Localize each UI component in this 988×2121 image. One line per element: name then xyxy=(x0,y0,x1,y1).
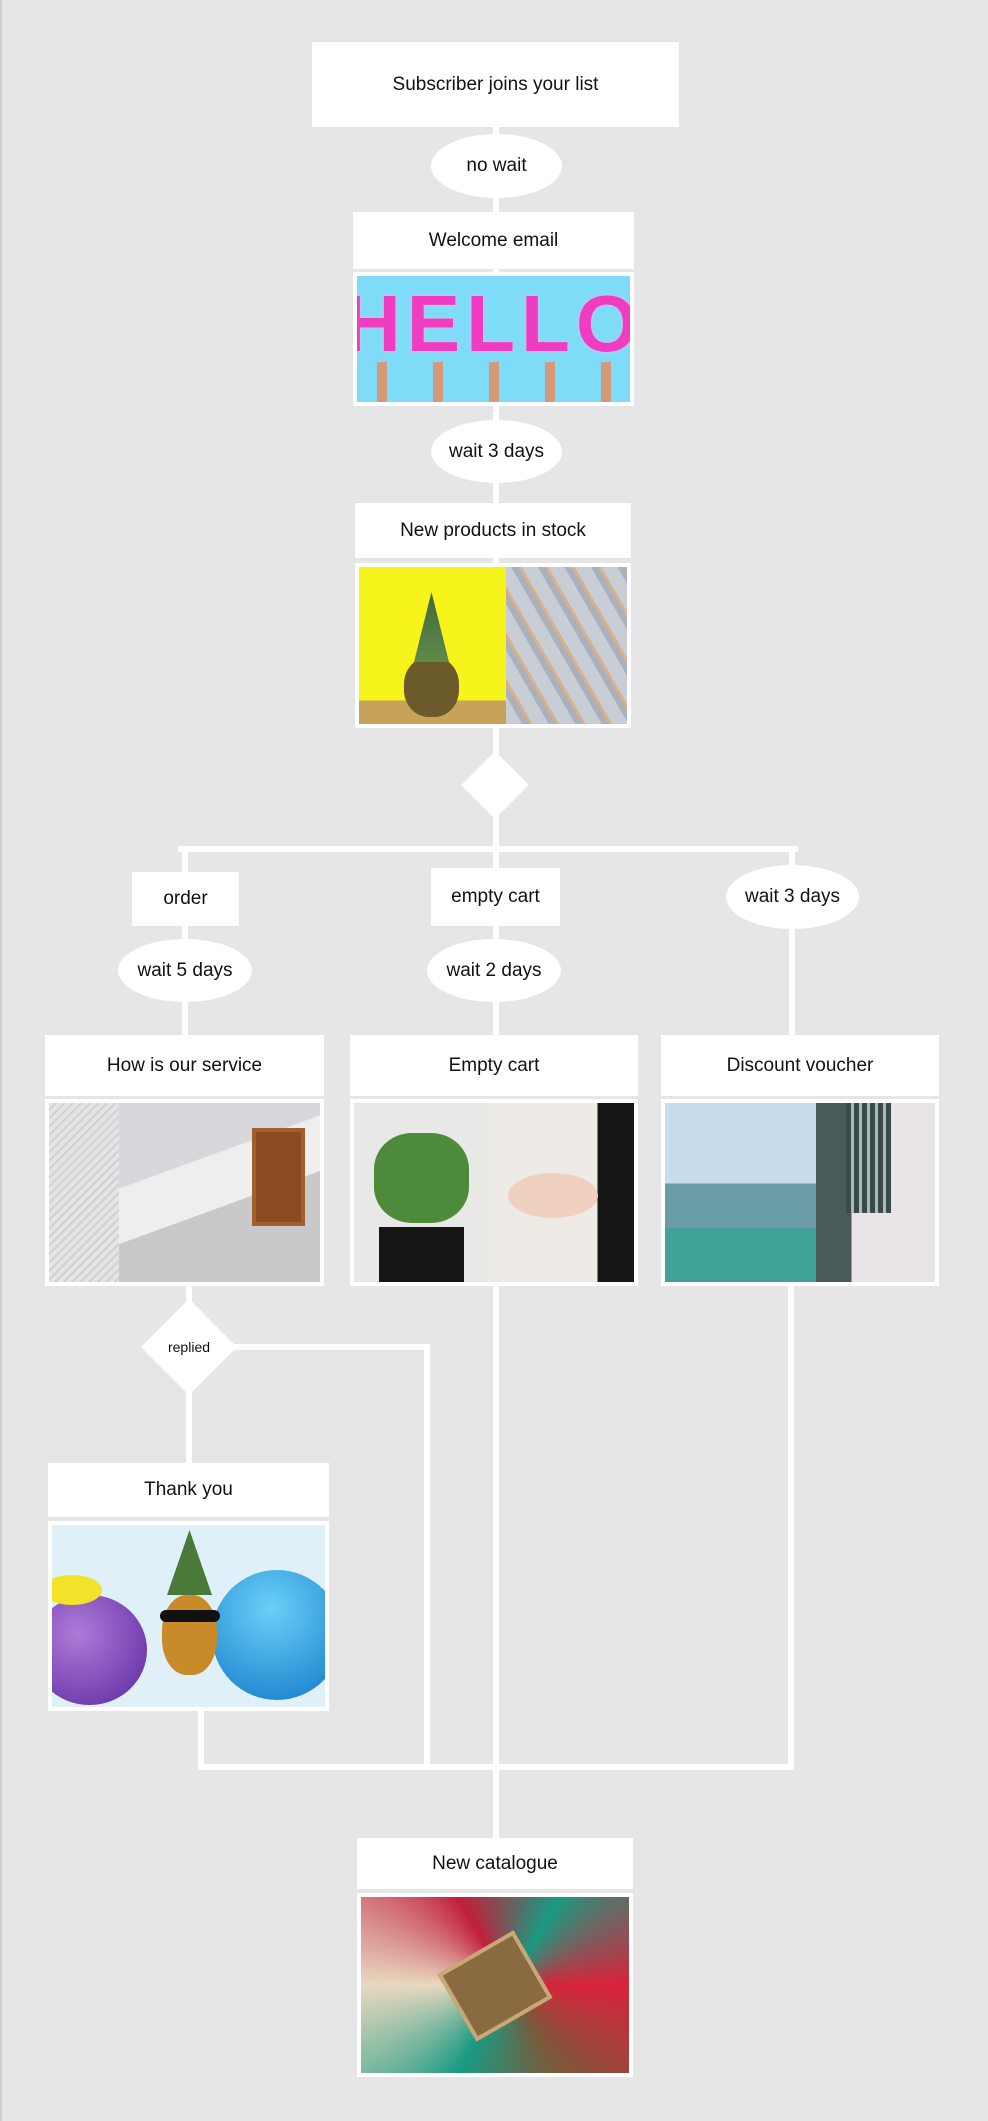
branch-empty-cart[interactable]: empty cart xyxy=(431,868,560,926)
connector xyxy=(493,1286,499,1841)
node-label: Empty cart xyxy=(448,1054,540,1076)
node-thank-you[interactable]: Thank you xyxy=(48,1463,329,1517)
wait-no-wait[interactable]: no wait xyxy=(431,134,562,198)
node-new-products[interactable]: New products in stock xyxy=(355,503,631,558)
node-welcome-email[interactable]: Welcome email xyxy=(353,212,634,269)
node-label: How is our service xyxy=(106,1054,263,1076)
hello-balloon-lettering: HELLO xyxy=(357,279,630,368)
decision-replied-label: replied xyxy=(167,1339,211,1355)
service-image xyxy=(45,1099,324,1286)
node-label: Welcome email xyxy=(428,229,559,251)
connector xyxy=(178,846,798,852)
node-new-catalogue[interactable]: New catalogue xyxy=(357,1838,633,1889)
connector xyxy=(227,1344,430,1350)
new-products-image xyxy=(355,563,631,728)
wait-3-days[interactable]: wait 3 days xyxy=(431,420,562,483)
discount-voucher-image xyxy=(661,1099,939,1286)
wait-label: wait 2 days xyxy=(446,959,542,981)
node-discount-voucher[interactable]: Discount voucher xyxy=(661,1035,939,1096)
wait-3-days-right[interactable]: wait 3 days xyxy=(726,865,859,929)
wait-label: no wait xyxy=(466,155,527,176)
connector xyxy=(198,1711,204,1770)
node-how-is-our-service[interactable]: How is our service xyxy=(45,1035,324,1096)
node-label: Thank you xyxy=(144,1479,233,1500)
node-label: New products in stock xyxy=(400,519,586,541)
new-catalogue-image xyxy=(357,1893,633,2077)
connector xyxy=(424,1344,430,1770)
node-label: Discount voucher xyxy=(726,1054,874,1076)
connector xyxy=(788,1286,794,1770)
branch-order[interactable]: order xyxy=(132,872,239,926)
thank-you-image xyxy=(48,1521,329,1711)
wait-label: wait 3 days xyxy=(744,886,841,907)
wait-label: wait 5 days xyxy=(137,959,233,981)
empty-cart-image xyxy=(350,1099,638,1286)
wait-2-days[interactable]: wait 2 days xyxy=(427,939,561,1002)
decision-diamond[interactable] xyxy=(461,751,529,819)
branch-label: empty cart xyxy=(451,886,540,907)
node-subscriber-joins[interactable]: Subscriber joins your list xyxy=(312,42,679,127)
welcome-email-image: HELLO xyxy=(353,272,634,406)
wait-label: wait 3 days xyxy=(448,440,545,462)
wait-5-days[interactable]: wait 5 days xyxy=(118,939,252,1002)
branch-label: order xyxy=(163,888,208,909)
node-label: New catalogue xyxy=(432,1852,558,1874)
node-empty-cart[interactable]: Empty cart xyxy=(350,1035,638,1096)
node-label: Subscriber joins your list xyxy=(392,73,599,95)
connector xyxy=(198,1764,794,1770)
